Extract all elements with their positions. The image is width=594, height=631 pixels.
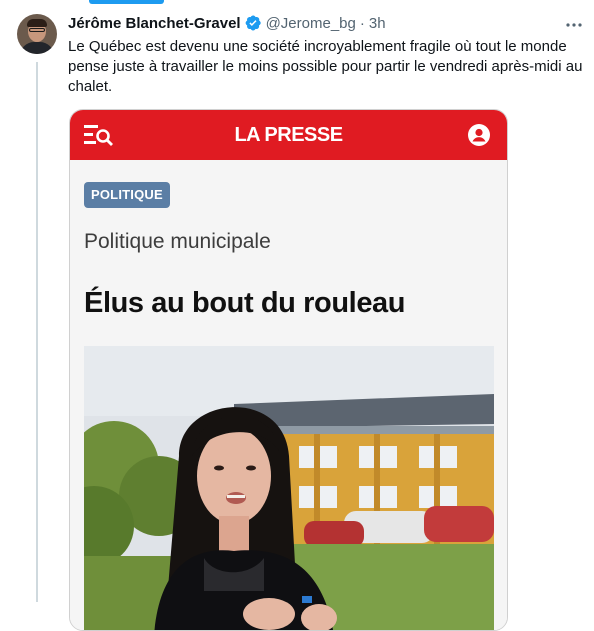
- article-preview: POLITIQUE Politique municipale Élus au b…: [70, 160, 507, 630]
- separator-dot: ·: [359, 14, 365, 32]
- media-card[interactable]: LA PRESSE POLITIQUE Politique municipale…: [69, 109, 508, 631]
- author-name[interactable]: Jérôme Blanchet-Gravel: [68, 15, 241, 32]
- article-header-bar: LA PRESSE: [70, 110, 507, 160]
- article-kicker: Politique municipale: [84, 230, 271, 253]
- verified-badge-icon[interactable]: [244, 14, 262, 32]
- tweet-text: Le Québec est devenu une société incroya…: [68, 38, 583, 95]
- avatar[interactable]: [17, 14, 57, 54]
- brand-logo: LA PRESSE: [234, 124, 343, 146]
- author-handle[interactable]: @Jerome_bg: [266, 15, 356, 32]
- account-icon: [468, 124, 490, 146]
- tweet-timestamp[interactable]: 3h: [369, 15, 386, 32]
- more-options-icon[interactable]: [565, 16, 583, 34]
- article-headline: Élus au bout du rouleau: [84, 287, 406, 319]
- active-tab-indicator: [89, 0, 164, 4]
- tweet-header: Jérôme Blanchet-Gravel @Jerome_bg · 3h: [68, 13, 386, 33]
- article-photo: [84, 346, 494, 630]
- section-badge: POLITIQUE: [84, 182, 170, 208]
- thread-line: [36, 62, 38, 602]
